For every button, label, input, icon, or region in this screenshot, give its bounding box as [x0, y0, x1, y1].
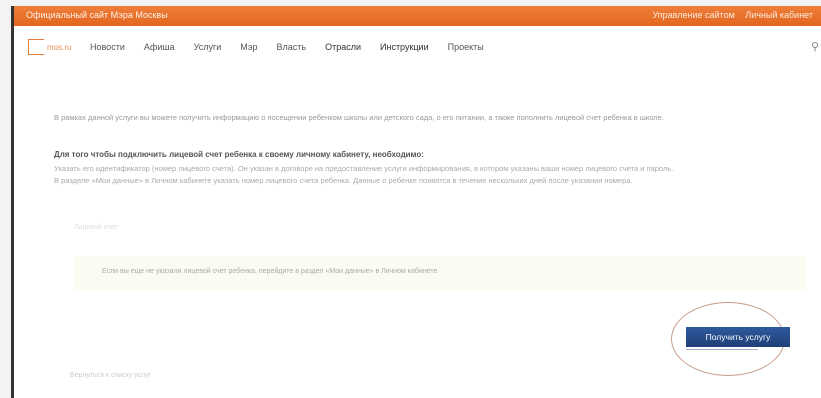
- top-bar: Официальный сайт Мэра Москвы Управление …: [14, 6, 821, 26]
- main-navigation: mos.ru Новости Афиша Услуги Мэр Власть О…: [14, 30, 821, 70]
- notice-text: Если вы еще не указали лицевой счет ребе…: [102, 268, 438, 275]
- account-field-label: Лицевой счет: [74, 224, 118, 231]
- howto-steps: Указать его идентификатор (номер лицевог…: [54, 163, 814, 187]
- get-service-button[interactable]: Получить услугу: [686, 327, 790, 350]
- howto-step-1: Указать его идентификатор (номер лицевог…: [54, 164, 674, 173]
- nav-item-projects[interactable]: Проекты: [448, 42, 484, 52]
- top-link-account[interactable]: Личный кабинет: [745, 10, 813, 20]
- site-title[interactable]: Официальный сайт Мэра Москвы: [26, 10, 168, 20]
- back-to-services-link[interactable]: Вернуться к списку услуг: [70, 372, 151, 379]
- logo-text[interactable]: mos.ru: [47, 43, 71, 52]
- browser-page: Официальный сайт Мэра Москвы Управление …: [14, 6, 821, 398]
- howto-title: Для того чтобы подключить лицевой счет р…: [54, 150, 424, 159]
- notice-box: Если вы еще не указали лицевой счет ребе…: [74, 256, 806, 290]
- nav-menu: Новости Афиша Услуги Мэр Власть Отрасли …: [90, 42, 503, 52]
- howto-step-2: В разделе «Мои данные» в Личном кабинете…: [54, 176, 633, 185]
- search-icon[interactable]: ⚲: [811, 40, 819, 53]
- nav-item-afisha[interactable]: Афиша: [144, 42, 175, 52]
- nav-item-mayor[interactable]: Мэр: [240, 42, 257, 52]
- top-bar-links: Управление сайтом Личный кабинет: [652, 10, 821, 20]
- nav-item-instructions[interactable]: Инструкции: [380, 42, 429, 52]
- nav-item-news[interactable]: Новости: [90, 42, 125, 52]
- service-intro: В рамках данной услуги вы можете получит…: [54, 113, 664, 122]
- top-link-manage[interactable]: Управление сайтом: [652, 10, 734, 20]
- logo-icon[interactable]: [28, 39, 44, 55]
- nav-item-authority[interactable]: Власть: [277, 42, 307, 52]
- nav-item-services[interactable]: Услуги: [194, 42, 222, 52]
- nav-item-industries[interactable]: Отрасли: [325, 42, 361, 52]
